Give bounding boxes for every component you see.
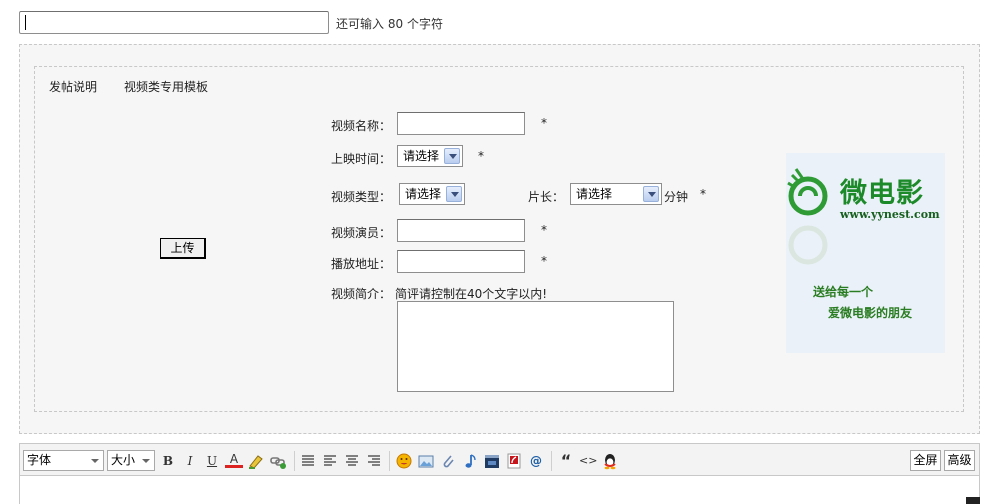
length-value: 请选择	[576, 187, 613, 201]
text-color-button[interactable]: A	[225, 452, 243, 468]
fullscreen-button[interactable]: 全屏	[910, 450, 941, 471]
image-icon[interactable]	[417, 452, 435, 470]
remaining-chars: 还可输入 80 个字符	[336, 17, 443, 31]
required-mark: *	[478, 149, 484, 163]
chevron-down-icon	[643, 186, 659, 202]
upload-button[interactable]: 上传	[160, 238, 206, 259]
link-icon[interactable]	[269, 452, 287, 470]
video-type-select[interactable]: 请选择	[399, 183, 465, 205]
video-name-label: 视频名称：	[331, 119, 392, 133]
intro-textarea[interactable]	[397, 301, 674, 392]
required-mark: *	[700, 187, 706, 201]
italic-button[interactable]: I	[181, 452, 199, 470]
underline-button[interactable]: U	[203, 452, 221, 470]
required-mark: *	[541, 116, 547, 130]
font-size-select[interactable]: 大小	[107, 450, 155, 471]
actors-input[interactable]	[397, 219, 525, 242]
toolbar-separator	[389, 451, 390, 471]
actors-label: 视频演员：	[331, 226, 392, 240]
length-unit: 分钟	[664, 190, 689, 204]
bold-button[interactable]: B	[159, 452, 177, 470]
chevron-down-icon	[444, 148, 460, 164]
toolbar-separator	[294, 451, 295, 471]
highlight-icon[interactable]	[247, 452, 265, 470]
video-icon[interactable]	[483, 452, 501, 470]
font-family-value: 字体	[27, 453, 52, 467]
video-name-input[interactable]	[397, 112, 525, 135]
ad-slogan-1: 送给每一个	[813, 285, 874, 299]
align-left-icon[interactable]	[321, 452, 339, 470]
release-time-label: 上映时间：	[331, 152, 392, 166]
video-type-value: 请选择	[405, 187, 442, 201]
length-label: 片长：	[528, 190, 565, 204]
music-icon[interactable]	[461, 452, 479, 470]
chevron-down-icon	[446, 186, 462, 202]
required-mark: *	[541, 223, 547, 237]
micro-film-ad-image: 微电影 www.yynest.com 送给每一个 爱微电影的朋友	[786, 153, 945, 353]
ad-url: www.yynest.com	[840, 208, 940, 221]
at-mention-button[interactable]: @	[527, 452, 545, 470]
tab-posting-guide[interactable]: 发帖说明	[49, 78, 97, 95]
tab-video-template[interactable]: 视频类专用模板	[124, 78, 208, 95]
play-url-label: 播放地址：	[331, 257, 392, 271]
code-button[interactable]: <>	[579, 452, 597, 470]
align-center-icon[interactable]	[343, 452, 361, 470]
align-right-icon[interactable]	[365, 452, 383, 470]
text-cursor	[25, 15, 26, 30]
release-time-value: 请选择	[403, 149, 440, 163]
ad-title: 微电影	[840, 178, 924, 209]
length-select[interactable]: 请选择	[570, 183, 662, 205]
font-family-select[interactable]: 字体	[23, 450, 104, 471]
font-size-value: 大小	[111, 453, 136, 467]
video-type-label: 视频类型：	[331, 190, 392, 204]
chevron-down-icon	[91, 459, 99, 463]
play-url-input[interactable]	[397, 250, 525, 273]
attachment-icon[interactable]	[439, 452, 457, 470]
chevron-down-icon	[142, 459, 150, 463]
toolbar-separator	[551, 451, 552, 471]
release-time-select[interactable]: 请选择	[397, 145, 463, 167]
quote-button[interactable]: “	[557, 452, 575, 470]
editor-body[interactable]	[19, 476, 980, 504]
resize-handle[interactable]	[966, 497, 980, 504]
intro-hint: 简评请控制在40个文字以内!	[395, 287, 548, 301]
ad-slogan-2: 爱微电影的朋友	[828, 306, 913, 320]
advanced-button[interactable]: 高级	[944, 450, 975, 471]
qq-icon[interactable]	[601, 452, 619, 470]
emoticon-icon[interactable]	[395, 452, 413, 470]
flash-icon[interactable]	[505, 452, 523, 470]
intro-label: 视频简介：	[331, 287, 392, 301]
justify-icon[interactable]	[299, 452, 317, 470]
title-input[interactable]	[19, 11, 329, 34]
required-mark: *	[541, 254, 547, 268]
